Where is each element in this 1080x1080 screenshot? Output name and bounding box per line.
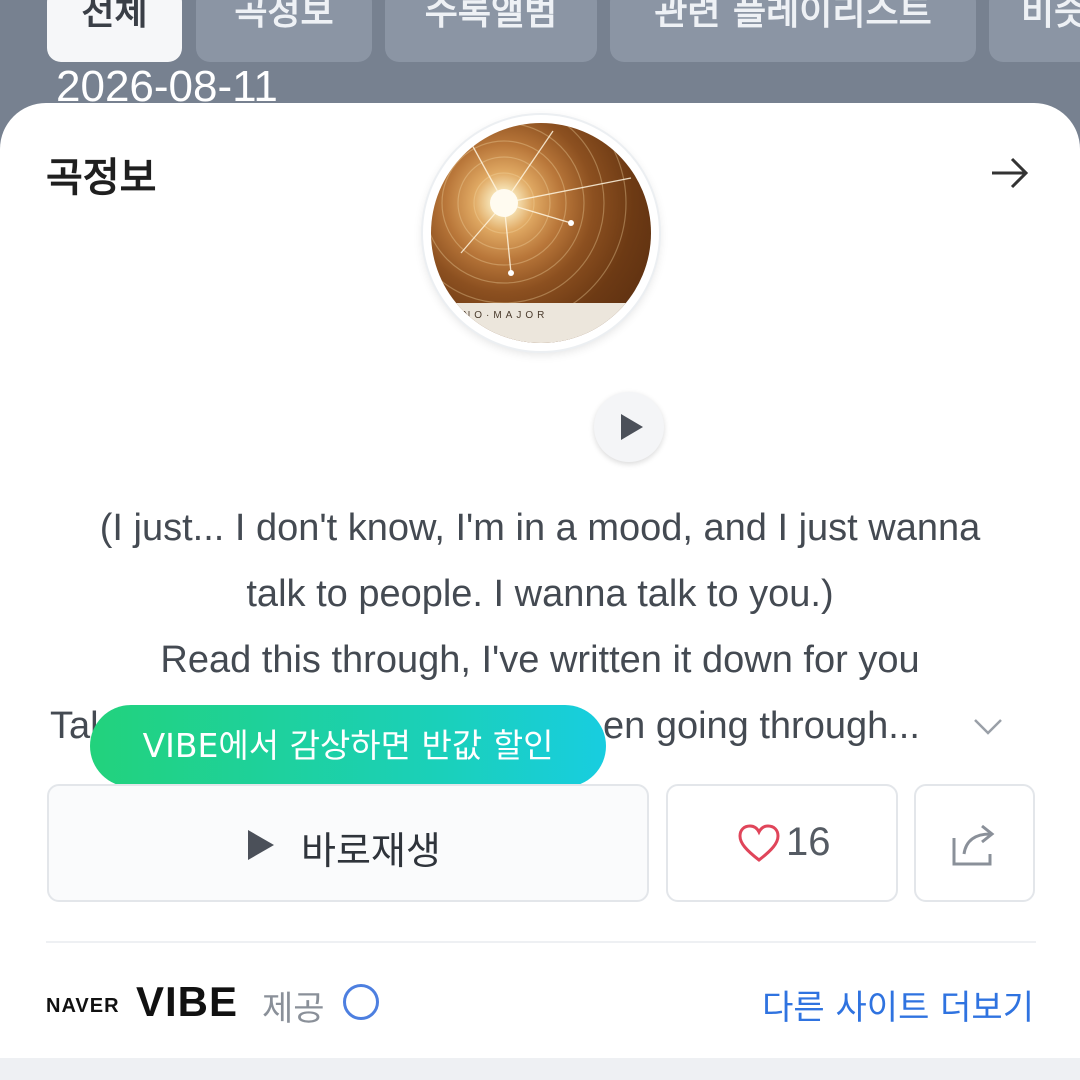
divider xyxy=(46,941,1036,943)
lyrics-line: Read this through, I've written it down … xyxy=(160,639,920,681)
album-art: NO·MAJOR xyxy=(431,123,651,343)
share-button[interactable] xyxy=(914,784,1035,902)
play-icon xyxy=(248,830,274,860)
like-button[interactable]: 16 xyxy=(666,784,898,902)
album-label: NO·MAJOR xyxy=(431,303,651,343)
lyrics-line: talk to people. I wanna talk to you.) xyxy=(246,573,834,615)
tab-song-info[interactable]: 곡정보 xyxy=(196,0,372,62)
like-count: 16 xyxy=(786,820,831,864)
vibe-logo: VIBE xyxy=(136,978,239,1025)
heart-icon xyxy=(738,824,780,862)
lyrics-fragment-end: en going through... xyxy=(603,705,920,747)
lyrics-line: (I just... I don't know, I'm in a mood, … xyxy=(99,507,981,549)
tab-related-playlists[interactable]: 관련 플레이리스트 xyxy=(610,0,976,62)
more-sites-link[interactable]: 다른 사이트 더보기 xyxy=(762,980,1034,1029)
provided-label: 제공 xyxy=(262,989,325,1029)
preview-play-button[interactable] xyxy=(594,392,664,462)
play-now-button[interactable]: 바로재생 xyxy=(47,784,649,902)
tab-all[interactable]: 전체 xyxy=(47,0,182,62)
play-now-label: 바로재생 xyxy=(301,829,441,873)
tab-similar[interactable]: 비슷 xyxy=(989,0,1080,62)
bottom-strip xyxy=(0,1058,1080,1080)
naver-logo: NAVER xyxy=(46,995,120,1017)
info-icon[interactable] xyxy=(343,984,379,1020)
vibe-promo-tooltip[interactable]: VIBE에서 감상하면 반값 할인 xyxy=(90,705,606,787)
arrow-right-icon[interactable] xyxy=(988,153,1032,193)
chevron-down-icon[interactable] xyxy=(972,714,1004,738)
share-icon xyxy=(952,824,995,866)
album-cover[interactable]: NO·MAJOR xyxy=(423,115,659,351)
play-icon xyxy=(621,414,643,440)
tab-album[interactable]: 수록앨범 xyxy=(385,0,597,62)
tab-bar: 전체 곡정보 수록앨범 관련 플레이리스트 비슷 xyxy=(0,0,1080,70)
card-title: 곡정보 xyxy=(46,155,157,201)
